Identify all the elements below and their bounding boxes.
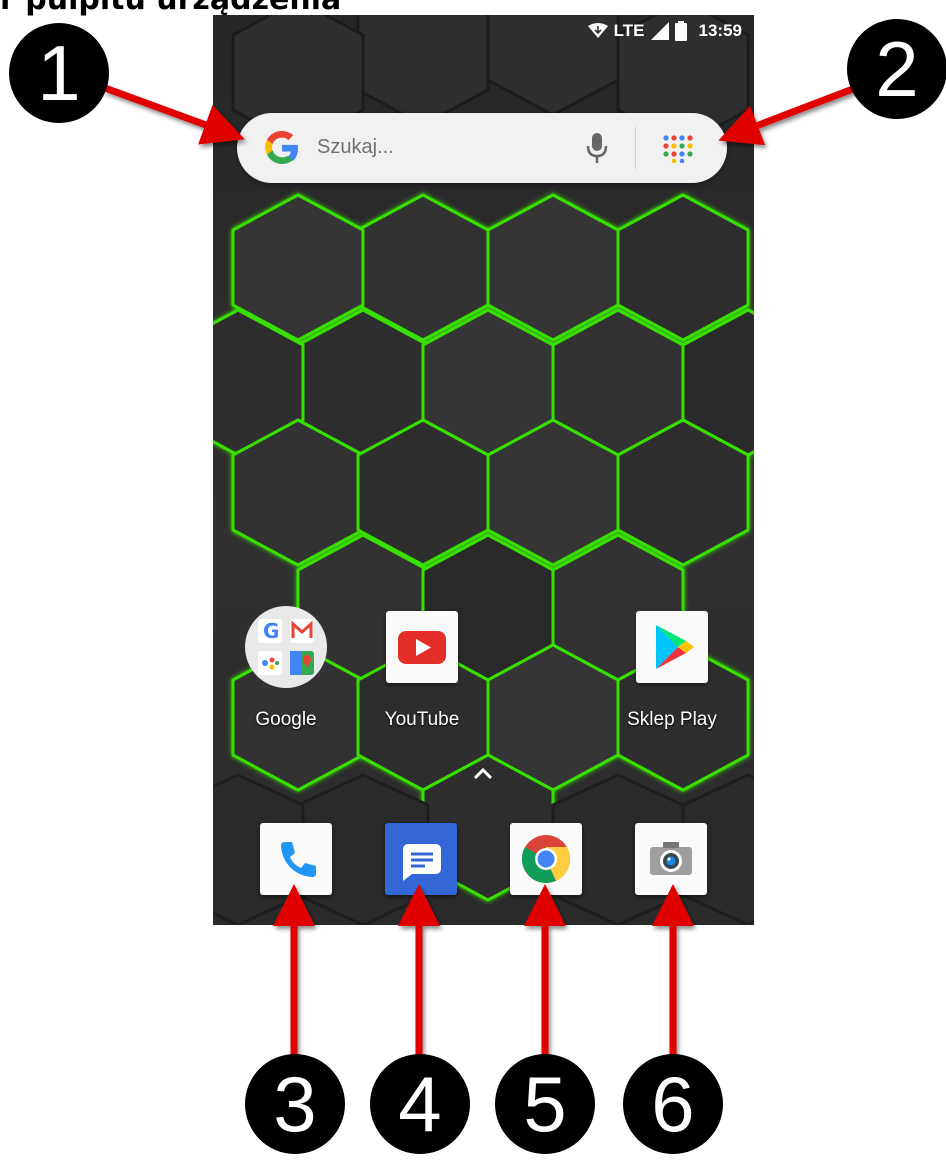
chrome-icon [510, 823, 582, 895]
svg-text:G: G [263, 619, 279, 643]
arrow-1 [103, 84, 245, 145]
phone-screen: LTE 13:59 Szukaj... G Google YouTube Skl… [213, 15, 754, 925]
arrow-2 [718, 83, 860, 146]
phone-icon [260, 823, 332, 895]
status-bar: LTE 13:59 [213, 15, 754, 49]
youtube-icon [386, 611, 458, 683]
mic-icon[interactable] [582, 131, 612, 165]
camera-icon [635, 823, 707, 895]
callout-number: 1 [37, 29, 80, 117]
app-google-folder[interactable]: G Google [226, 605, 346, 731]
dock-chrome-app[interactable] [510, 823, 582, 895]
callout-number: 5 [523, 1060, 566, 1148]
google-g-icon [265, 130, 298, 164]
signal-icon [650, 22, 669, 40]
dock-camera-app[interactable] [635, 823, 707, 895]
callout-1: 1 [8, 22, 110, 129]
callout-5: 5 [494, 1053, 596, 1160]
app-youtube[interactable]: YouTube [362, 611, 482, 731]
battery-icon [674, 21, 687, 41]
callout-3: 3 [244, 1053, 346, 1160]
dock-phone-app[interactable] [260, 823, 332, 895]
app-drawer-dots-icon[interactable] [661, 133, 695, 163]
callout-2: 2 [846, 18, 946, 125]
google-search-bar[interactable]: Szukaj... [237, 113, 727, 183]
callout-number: 6 [651, 1060, 694, 1148]
callout-number: 4 [398, 1060, 441, 1148]
play-store-icon [636, 611, 708, 683]
dock-messages-app[interactable] [385, 823, 457, 895]
callout-4: 4 [369, 1053, 471, 1160]
app-drawer-chevron-icon[interactable] [472, 767, 494, 781]
callout-number: 2 [875, 25, 918, 113]
messages-icon [385, 823, 457, 895]
search-divider [635, 127, 636, 169]
search-placeholder[interactable]: Szukaj... [317, 136, 394, 159]
callout-6: 6 [622, 1053, 724, 1160]
callout-number: 3 [273, 1060, 316, 1148]
clock: 13:59 [698, 21, 742, 40]
app-label-youtube: YouTube [384, 709, 460, 730]
wifi-icon [587, 23, 608, 39]
google-folder-icon: G [245, 606, 327, 688]
network-type: LTE [613, 21, 645, 40]
app-label-google: Google [255, 709, 317, 730]
app-label-play-store: Sklep Play [627, 709, 717, 730]
app-play-store[interactable]: Sklep Play [612, 611, 732, 731]
